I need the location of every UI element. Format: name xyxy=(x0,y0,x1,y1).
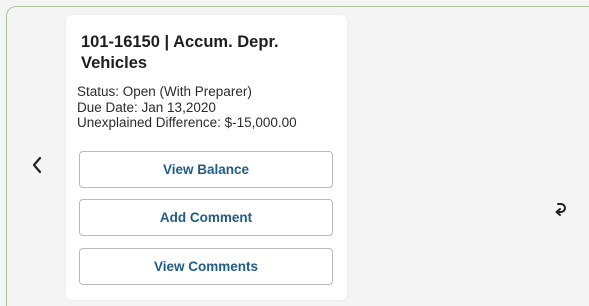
return-arrow-icon xyxy=(555,203,566,216)
unexplained-difference-text: Unexplained Difference: $-15,000.00 xyxy=(77,115,297,130)
card-details: Status: Open (With Preparer) Due Date: J… xyxy=(77,84,297,131)
return-button[interactable] xyxy=(548,199,568,217)
previous-card-button[interactable] xyxy=(30,153,44,177)
view-balance-button[interactable]: View Balance xyxy=(79,151,333,188)
reconciliation-card: 101-16150 | Accum. Depr. Vehicles Status… xyxy=(66,15,347,300)
view-comments-button[interactable]: View Comments xyxy=(79,248,333,285)
due-date-text: Due Date: Jan 13,2020 xyxy=(77,99,216,115)
add-comment-button[interactable]: Add Comment xyxy=(79,199,333,236)
chevron-left-icon xyxy=(32,156,42,174)
status-text: Status: Open (With Preparer) xyxy=(77,84,252,99)
card-title: 101-16150 | Accum. Depr. Vehicles xyxy=(81,33,279,72)
